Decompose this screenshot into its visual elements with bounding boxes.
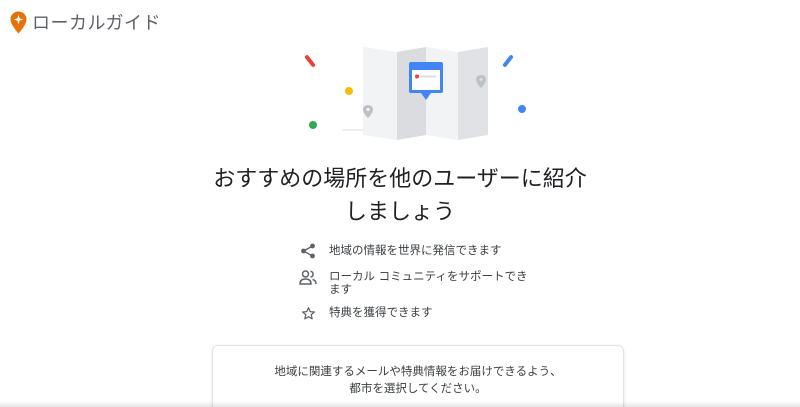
bottom-shadow	[0, 401, 800, 407]
benefit-text: 特典を獲得できます	[329, 305, 433, 319]
folded-map-illustration	[304, 47, 526, 140]
page-headline: おすすめの場所を他のユーザーに紹介 しましょう	[200, 163, 600, 229]
local-guides-signup-page: ローカルガイド おすすめの場所を他のユーザーに紹介 しましょう 地域の情報を世界…	[0, 0, 800, 407]
community-icon	[297, 266, 319, 288]
brand-name: ローカルガイド	[32, 13, 161, 34]
benefit-item: 地域の情報を世界に発信できます	[297, 240, 534, 262]
headline-line-2: しましょう	[344, 200, 455, 225]
benefit-text: 地域の情報を世界に発信できます	[329, 243, 502, 257]
benefit-text: ローカル コミュニティをサポートできます	[329, 269, 528, 296]
local-guides-pin-icon	[10, 11, 27, 33]
city-selection-card: 地域に関連するメールや特典情報をお届けできるよう、都市を選択してください。	[212, 345, 624, 407]
brand-home-link[interactable]: ローカルガイド	[10, 9, 161, 35]
city-selection-message: 地域に関連するメールや特典情報をお届けできるよう、都市を選択してください。	[274, 364, 562, 395]
benefit-item: 特典を獲得できます	[297, 302, 534, 324]
headline-line-1: おすすめの場所を他のユーザーに紹介	[213, 167, 587, 192]
star-icon	[297, 302, 319, 324]
benefit-item: ローカル コミュニティをサポートできます	[297, 266, 534, 296]
share-icon	[297, 240, 319, 262]
